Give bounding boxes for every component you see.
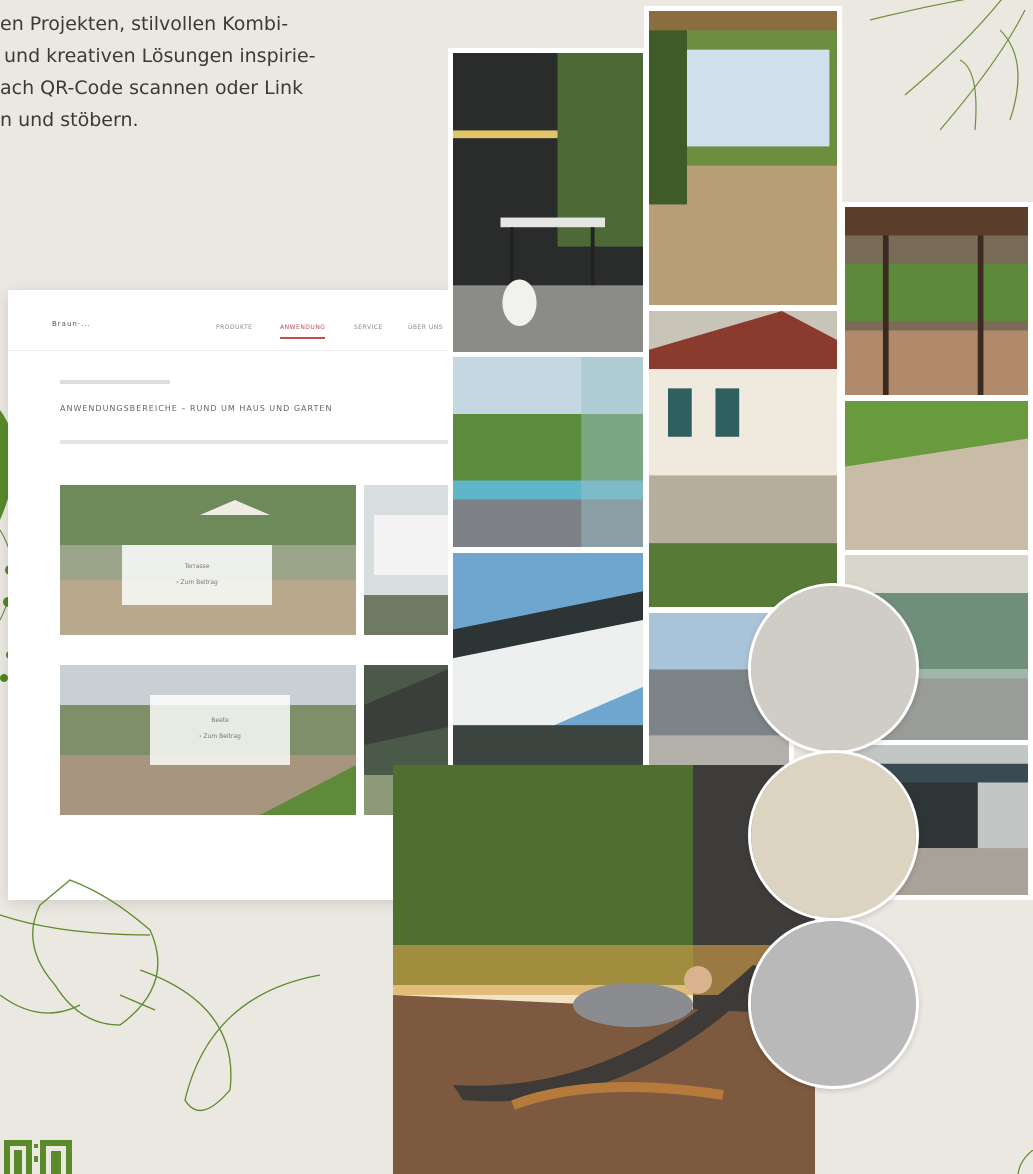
mockup-breadcrumb: [60, 380, 170, 384]
material-swatch-grey: [748, 918, 919, 1089]
leaf-line-icon: [1017, 1150, 1033, 1174]
intro-line-4: n und stöbern.: [0, 109, 139, 131]
website-mockup: Braun·... PRODUKTE ANWENDUNG SERVICE ÜBE…: [8, 290, 458, 900]
mockup-card-beds: Beete › Zum Beitrag: [60, 665, 356, 815]
mockup-logo: Braun·...: [52, 320, 91, 328]
mockup-menu-item: PRODUKTE: [216, 324, 253, 331]
material-swatch-beige: [748, 750, 919, 921]
mockup-card-terrace: Terrasse › Zum Beitrag: [60, 485, 356, 635]
photo-courtyard-table: [448, 48, 648, 360]
photo-pergola: [840, 202, 1033, 400]
intro-line-1: en Projekten, stilvollen Kombi-: [0, 13, 289, 35]
intro-text: en Projekten, stilvollen Kombi- und krea…: [0, 8, 430, 136]
photo-garden-path: [644, 6, 842, 310]
photo-modern-roof: [448, 548, 648, 778]
qr-code-icon: [0, 1136, 80, 1174]
photo-timber-house: [644, 306, 842, 612]
material-swatch-light-grey: [748, 583, 919, 754]
intro-line-2: und kreativen Lösungen inspirie-: [4, 45, 316, 67]
mockup-heading: ANWENDUNGSBEREICHE – RUND UM HAUS UND GA…: [60, 404, 333, 413]
mockup-nav: Braun·... PRODUKTE ANWENDUNG SERVICE ÜBE…: [8, 290, 458, 351]
intro-line-3: ach QR-Code scannen oder Link: [0, 77, 304, 99]
mockup-subtext: [60, 440, 450, 444]
mockup-menu-item: ÜBER UNS: [408, 324, 444, 331]
mockup-menu-item-active: ANWENDUNG: [280, 324, 326, 339]
mockup-menu-item: SERVICE: [354, 324, 383, 331]
photo-pool-terrace: [448, 352, 648, 552]
photo-lawn-edge: [840, 396, 1033, 556]
mockup-card-2: [364, 485, 458, 635]
leaf-line-icon: [0, 879, 321, 1112]
leaf-line-icon: [869, 0, 1026, 131]
